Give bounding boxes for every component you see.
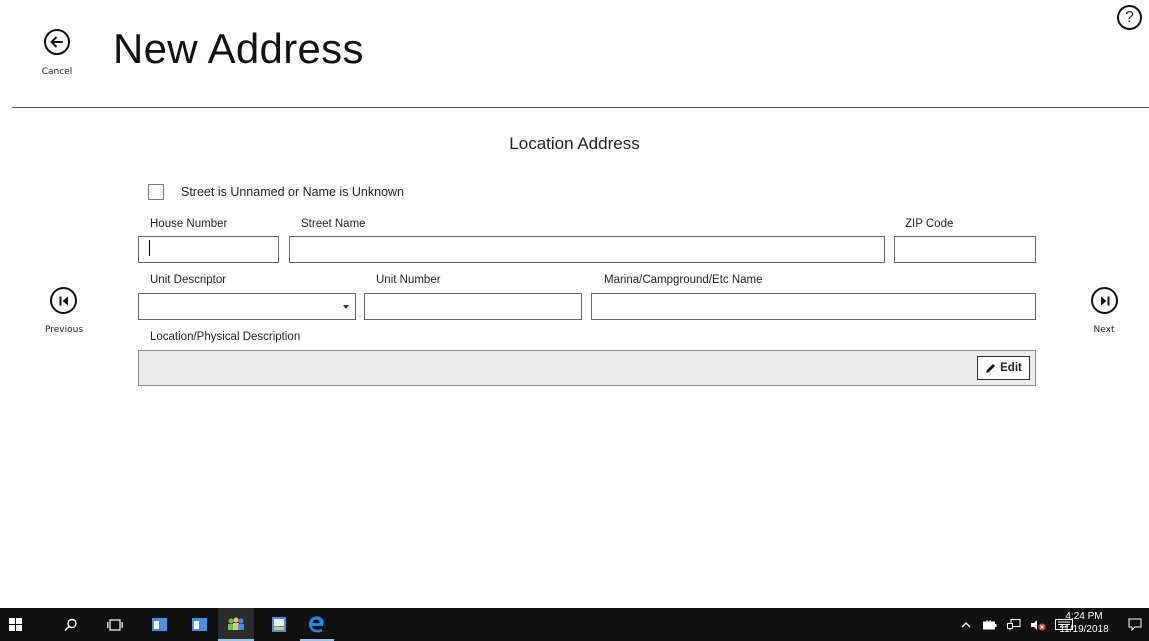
skip-next-icon: [1100, 296, 1109, 305]
clock[interactable]: 4:24 PM 11/19/2018: [1049, 610, 1119, 636]
windows-logo-icon: [8, 618, 22, 631]
pencil-icon: [986, 363, 996, 373]
zip-code-label: ZIP Code: [905, 218, 954, 230]
task-view-icon: [107, 618, 123, 631]
text-caret: [149, 240, 150, 256]
section-title: Location Address: [509, 134, 640, 153]
unit-descriptor-label: Unit Descriptor: [150, 274, 227, 286]
chevron-down-icon: [343, 305, 349, 309]
show-hidden-icons-button[interactable]: [958, 608, 974, 641]
next-button[interactable]: [1091, 287, 1118, 314]
next-label: Next: [1093, 325, 1115, 335]
previous-button[interactable]: [50, 287, 77, 314]
start-button[interactable]: [0, 608, 30, 641]
document-app-icon: [272, 617, 286, 632]
taskbar-app-1[interactable]: [144, 608, 174, 641]
volume-tray-button[interactable]: [1028, 608, 1048, 641]
skip-previous-icon: [59, 296, 68, 305]
edit-button[interactable]: Edit: [977, 356, 1030, 380]
unit-number-input[interactable]: [364, 293, 582, 320]
taskbar-app-3[interactable]: [218, 608, 254, 641]
power-tray-button[interactable]: [980, 608, 1000, 641]
clock-time: 4:24 PM: [1065, 611, 1103, 622]
action-center-button[interactable]: [1124, 608, 1146, 641]
notification-icon: [1128, 618, 1142, 631]
search-button[interactable]: [58, 608, 84, 641]
volume-muted-icon: [1031, 619, 1046, 630]
zip-code-input[interactable]: [894, 236, 1036, 263]
network-icon: [1007, 618, 1021, 630]
battery-plug-icon: [983, 619, 997, 629]
search-icon: [64, 618, 77, 631]
help-icon: ?: [1125, 8, 1134, 26]
taskbar-app-4[interactable]: [264, 608, 294, 641]
header-divider: [12, 107, 1149, 108]
marina-name-label: Marina/Campground/Etc Name: [604, 274, 763, 286]
app-window: Cancel New Address ? Location Address St…: [0, 0, 1149, 608]
task-view-button[interactable]: [102, 608, 128, 641]
chevron-up-icon: [961, 621, 971, 627]
taskbar-app-2[interactable]: [184, 608, 214, 641]
app-window-icon: [151, 618, 167, 631]
street-name-input[interactable]: [289, 236, 885, 263]
clock-date: 11/19/2018: [1059, 624, 1109, 635]
house-number-input[interactable]: [138, 236, 279, 263]
cancel-label: Cancel: [41, 67, 73, 77]
help-button[interactable]: ?: [1117, 5, 1142, 30]
house-number-label: House Number: [150, 218, 228, 230]
edit-button-label: Edit: [1000, 362, 1022, 374]
app-window-icon: [191, 618, 207, 631]
page-title: New Address: [113, 25, 364, 72]
taskbar: 4:24 PM 11/19/2018: [0, 608, 1149, 641]
street-name-label: Street Name: [301, 218, 366, 230]
network-tray-button[interactable]: [1004, 608, 1024, 641]
street-unnamed-label: Street is Unnamed or Name is Unknown: [181, 185, 405, 199]
location-description-field: Edit: [138, 350, 1036, 386]
street-unnamed-checkbox[interactable]: [148, 184, 164, 200]
taskbar-edge[interactable]: [300, 608, 334, 641]
unit-descriptor-dropdown[interactable]: [138, 293, 356, 320]
unit-number-label: Unit Number: [376, 274, 441, 286]
location-description-label: Location/Physical Description: [150, 331, 301, 343]
previous-label: Previous: [44, 325, 84, 335]
marina-name-input[interactable]: [591, 293, 1036, 320]
cancel-button[interactable]: [44, 29, 70, 55]
internet-explorer-icon: [308, 615, 324, 632]
people-app-icon: [228, 617, 244, 630]
back-arrow-icon: [50, 36, 63, 48]
